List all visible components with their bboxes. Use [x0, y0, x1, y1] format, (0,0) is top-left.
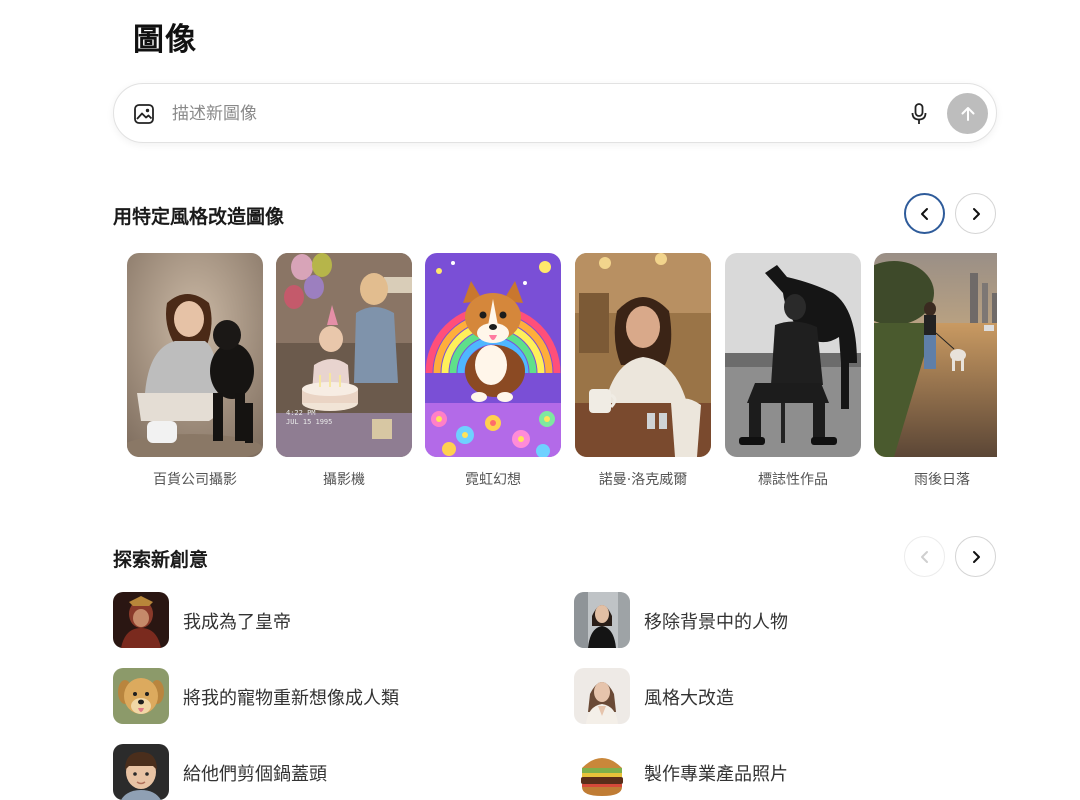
idea-thumbnail: [113, 744, 169, 800]
prompt-bar: [113, 83, 997, 143]
idea-label: 我成為了皇帝: [183, 612, 291, 633]
style-cards-carousel: 百貨公司攝影 4:22 PM JUL 15 1995 攝影機 霓虹幻想 諾曼·洛…: [113, 253, 997, 503]
idea-item-emperor[interactable]: 我成為了皇帝: [113, 592, 513, 648]
style-card-norman-rockwell[interactable]: 諾曼·洛克威爾: [575, 253, 711, 489]
ideas-section-title: 探索新創意: [113, 549, 209, 571]
style-card-thumbnail: [425, 253, 561, 457]
style-card-camcorder[interactable]: 4:22 PM JUL 15 1995 攝影機: [276, 253, 412, 489]
style-card-label: 攝影機: [323, 472, 365, 488]
send-button[interactable]: [947, 93, 988, 134]
images-page: 圖像 用特定風格改造圖像: [0, 0, 1080, 800]
style-card-label: 霓虹幻想: [465, 472, 521, 488]
ideas-prev-button[interactable]: [904, 536, 945, 577]
camcorder-date-stamp: JUL 15 1995: [286, 418, 332, 426]
arrow-up-icon: [961, 106, 974, 121]
chevron-right-icon: [972, 550, 980, 563]
idea-item-product-photo[interactable]: 製作專業產品照片: [574, 744, 994, 800]
idea-label: 給他們剪個鍋蓋頭: [183, 764, 327, 785]
style-card-iconic-work[interactable]: 標誌性作品: [725, 253, 861, 489]
style-card-department-store[interactable]: 百貨公司攝影: [127, 253, 263, 489]
image-icon[interactable]: [133, 103, 155, 125]
idea-item-bowl-cut[interactable]: 給他們剪個鍋蓋頭: [113, 744, 513, 800]
style-card-label: 諾曼·洛克威爾: [598, 472, 688, 488]
page-title: 圖像: [133, 22, 197, 58]
idea-label: 將我的寵物重新想像成人類: [183, 688, 399, 709]
idea-label: 移除背景中的人物: [644, 612, 788, 633]
style-card-label: 標誌性作品: [758, 472, 828, 488]
chevron-right-icon: [972, 207, 980, 220]
style-card-thumbnail: [575, 253, 711, 457]
idea-thumbnail: [574, 668, 630, 724]
style-card-thumbnail: [127, 253, 263, 457]
idea-label: 製作專業產品照片: [644, 764, 788, 785]
style-card-label: 百貨公司攝影: [153, 472, 237, 488]
style-card-thumbnail: [725, 253, 861, 457]
styles-next-button[interactable]: [955, 193, 996, 234]
style-card-neon-fantasy[interactable]: 霓虹幻想: [425, 253, 561, 489]
microphone-icon[interactable]: [909, 102, 929, 126]
style-card-label: 雨後日落: [914, 472, 970, 488]
chevron-left-icon: [920, 550, 928, 563]
idea-item-makeover[interactable]: 風格大改造: [574, 668, 994, 724]
style-card-sunset-after-rain[interactable]: 雨後日落: [874, 253, 997, 489]
idea-label: 風格大改造: [644, 688, 734, 709]
prompt-input[interactable]: [172, 98, 892, 130]
chevron-left-icon: [920, 207, 928, 220]
idea-item-pet-as-human[interactable]: 將我的寵物重新想像成人類: [113, 668, 513, 724]
style-card-thumbnail: 4:22 PM JUL 15 1995: [276, 253, 412, 457]
styles-prev-button[interactable]: [904, 193, 945, 234]
style-card-thumbnail: [874, 253, 997, 457]
idea-thumbnail: [113, 668, 169, 724]
idea-item-remove-people[interactable]: 移除背景中的人物: [574, 592, 994, 648]
idea-thumbnail: [574, 744, 630, 800]
ideas-next-button[interactable]: [955, 536, 996, 577]
idea-thumbnail: [113, 592, 169, 648]
idea-thumbnail: [574, 592, 630, 648]
camcorder-time-stamp: 4:22 PM: [286, 409, 316, 417]
styles-section-title: 用特定風格改造圖像: [113, 206, 285, 228]
